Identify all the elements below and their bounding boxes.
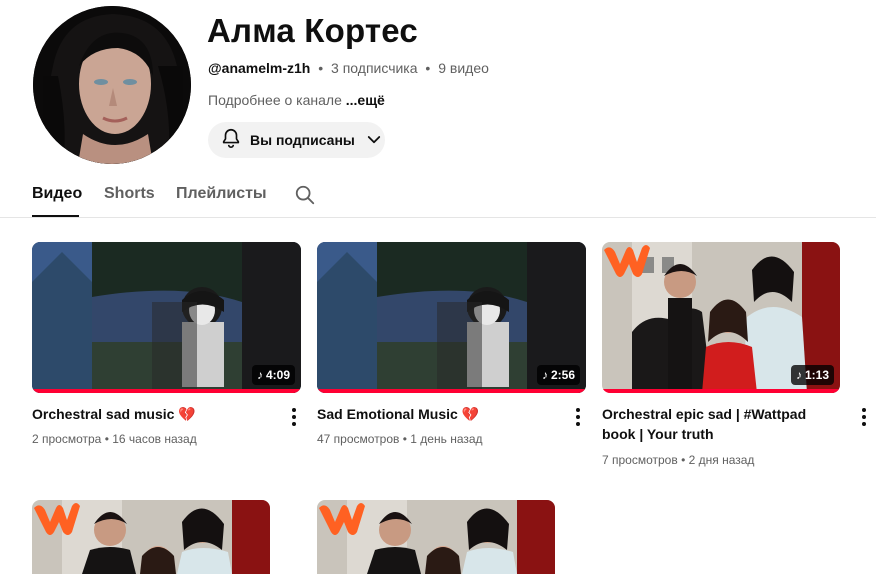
subscribed-label: Вы подписаны (250, 132, 355, 148)
view-count: 47 просмотров (317, 432, 400, 446)
video-title[interactable]: Sad Emotional Music 💔 (317, 404, 552, 424)
watch-progress-bar (317, 389, 586, 393)
meta-separator: • (425, 60, 431, 76)
video-meta: 7 просмотров • 2 дня назад (602, 453, 754, 467)
view-count: 2 просмотра (32, 432, 102, 446)
watch-progress-bar (602, 389, 840, 393)
bell-icon (220, 127, 242, 154)
music-note-icon: ♪ (541, 368, 548, 382)
duration-badge: ♪ 2:56 (536, 365, 580, 385)
duration-badge: ♪ 4:09 (251, 365, 295, 385)
music-note-icon: ♪ (795, 368, 802, 382)
channel-avatar[interactable] (33, 6, 191, 164)
meta-separator: • (104, 432, 109, 446)
video-title-text[interactable]: Orchestral sad music (32, 406, 174, 422)
channel-meta: @anamelm-z1h • 3 подписчика • 9 видео (208, 60, 489, 76)
upload-age: 16 часов назад (112, 432, 197, 446)
video-thumbnail[interactable] (317, 500, 555, 574)
tab-videos[interactable]: Видео (32, 185, 82, 203)
chevron-down-icon (365, 131, 383, 149)
duration-text: 4:09 (265, 368, 290, 382)
channel-handle: @anamelm-z1h (208, 60, 311, 76)
tab-playlists[interactable]: Плейлисты (176, 185, 267, 203)
channel-tabs: Видео Shorts Плейлисты (0, 172, 876, 218)
video-count: 9 видео (438, 60, 489, 76)
wattpad-logo (319, 503, 365, 535)
more-vert-icon[interactable] (568, 406, 588, 428)
upload-age: 1 день назад (410, 432, 483, 446)
video-title-text[interactable]: Orchestral epic sad | #Wattpad book | Yo… (602, 406, 806, 442)
tab-shorts[interactable]: Shorts (104, 185, 155, 203)
channel-about[interactable]: Подробнее о канале ...ещё (208, 92, 385, 108)
meta-separator: • (681, 453, 686, 467)
search-icon[interactable] (294, 184, 316, 211)
about-more-link[interactable]: ...ещё (346, 92, 385, 108)
meta-separator: • (402, 432, 407, 446)
view-count: 7 просмотров (602, 453, 678, 467)
video-thumbnail[interactable]: ♪ 1:13 (602, 242, 840, 393)
video-title[interactable]: Orchestral sad music 💔 (32, 404, 267, 424)
about-text[interactable]: Подробнее о канале (208, 92, 342, 108)
subscribed-button[interactable]: Вы подписаны (208, 122, 385, 158)
video-title[interactable]: Orchestral epic sad | #Wattpad book | Yo… (602, 404, 842, 444)
broken-heart-emoji: 💔 (178, 406, 196, 422)
wattpad-logo (34, 503, 80, 535)
duration-text: 1:13 (804, 368, 829, 382)
video-meta: 2 просмотра • 16 часов назад (32, 432, 197, 446)
channel-name: Алма Кортес (207, 12, 418, 49)
subscriber-count: 3 подписчика (331, 60, 418, 76)
music-note-icon: ♪ (256, 368, 263, 382)
watch-progress-bar (32, 389, 301, 393)
video-thumbnail[interactable]: ♪ 4:09 (32, 242, 301, 393)
video-meta: 47 просмотров • 1 день назад (317, 432, 483, 446)
wattpad-logo (604, 245, 650, 277)
video-title-text[interactable]: Sad Emotional Music (317, 406, 458, 422)
more-vert-icon[interactable] (284, 406, 304, 428)
broken-heart-emoji: 💔 (461, 406, 480, 422)
video-thumbnail[interactable]: ♪ 2:56 (317, 242, 586, 393)
duration-text: 2:56 (550, 368, 575, 382)
upload-age: 2 дня назад (688, 453, 755, 467)
video-thumbnail[interactable] (32, 500, 270, 574)
more-vert-icon[interactable] (854, 406, 874, 428)
active-tab-indicator (32, 215, 79, 217)
duration-badge: ♪ 1:13 (790, 365, 834, 385)
meta-separator: • (318, 60, 324, 76)
